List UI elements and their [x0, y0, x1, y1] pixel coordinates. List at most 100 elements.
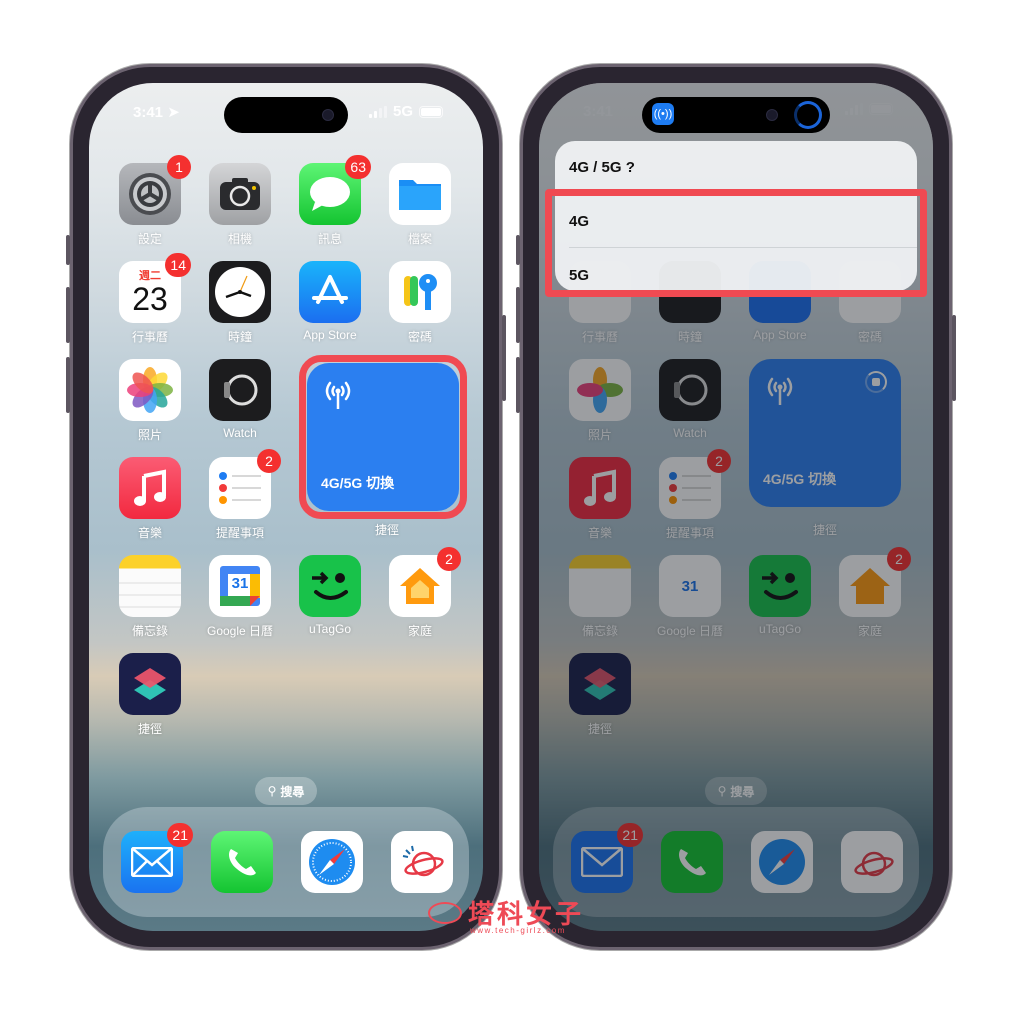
- app-label: 備忘錄: [131, 624, 168, 638]
- dock-phone[interactable]: [661, 831, 723, 893]
- music-note-icon: [119, 457, 181, 519]
- location-arrow-icon: ➤: [167, 104, 180, 121]
- app-passwords[interactable]: 密碼: [389, 261, 451, 345]
- app-clock[interactable]: 時鐘: [209, 261, 271, 345]
- compass-icon: [301, 831, 363, 893]
- notification-badge: 2: [437, 547, 461, 571]
- status-time: 3:41: [583, 103, 614, 120]
- home-house-icon: 2: [839, 547, 911, 617]
- app-files[interactable]: 檔案: [389, 163, 451, 247]
- app-label: Google 日曆: [206, 624, 274, 638]
- notification-badge: 2: [707, 449, 731, 473]
- widget-app-label: 捷徑: [812, 523, 837, 537]
- app-shortcuts[interactable]: 捷徑: [569, 653, 631, 737]
- shortcuts-icon: [119, 653, 181, 715]
- app-google-calendar[interactable]: 31 Google 日曆: [207, 555, 273, 639]
- app-utaggo[interactable]: uTagGo: [749, 555, 811, 636]
- dock-tech-girlz[interactable]: [391, 831, 453, 893]
- dock-mail[interactable]: 21: [571, 823, 643, 893]
- shortcut-widget-running[interactable]: 4G/5G 切換: [749, 359, 901, 507]
- status-bar: 3:41 ➤ 5G: [89, 103, 483, 125]
- notification-badge: 21: [617, 823, 643, 847]
- stop-progress-icon[interactable]: [865, 371, 887, 393]
- volume-down-button: [66, 357, 70, 413]
- phone-left: 3:41 ➤ 5G 1 設定 相機 63 訊息 檔案 週二 23 14 行事曆 …: [66, 64, 506, 950]
- calendar-icon: 週二 23 14: [119, 253, 191, 323]
- app-label: 照片: [137, 428, 162, 442]
- dock-tech-girlz[interactable]: [841, 831, 903, 893]
- app-google-calendar[interactable]: 31 Google 日曆: [657, 555, 723, 639]
- app-music[interactable]: 音樂: [119, 457, 181, 541]
- app-camera[interactable]: 相機: [209, 163, 271, 247]
- planet-logo-icon: [841, 831, 903, 893]
- app-reminders[interactable]: 2 提醒事項: [659, 449, 731, 541]
- app-watch[interactable]: Watch: [659, 359, 721, 440]
- widget-app-label: 捷徑: [374, 523, 399, 537]
- app-settings[interactable]: 1 設定: [119, 155, 191, 247]
- dock-mail[interactable]: 21: [121, 823, 193, 893]
- gear-icon: 1: [119, 155, 191, 225]
- reminders-list-icon: 2: [209, 449, 281, 519]
- app-reminders[interactable]: 2 提醒事項: [209, 449, 281, 541]
- notification-badge: 1: [167, 155, 191, 179]
- google-calendar-icon: 31: [209, 555, 271, 617]
- music-note-icon: [569, 457, 631, 519]
- app-utaggo[interactable]: uTagGo: [299, 555, 361, 636]
- gcal-day: 31: [681, 577, 699, 595]
- app-label: 提醒事項: [665, 526, 714, 540]
- app-photos[interactable]: 照片: [569, 359, 631, 443]
- compass-icon: [751, 831, 813, 893]
- app-label: 檔案: [407, 232, 432, 246]
- notes-icon: [119, 555, 181, 617]
- app-label: 訊息: [317, 232, 342, 246]
- app-messages[interactable]: 63 訊息: [299, 155, 371, 247]
- app-home[interactable]: 2 家庭: [839, 547, 911, 639]
- app-notes[interactable]: 備忘錄: [569, 555, 631, 639]
- search-label: 搜尋: [280, 784, 305, 799]
- folder-icon: [389, 163, 451, 225]
- app-app-store[interactable]: App Store: [299, 261, 361, 342]
- spotlight-search-button[interactable]: ⚲ 搜尋: [705, 777, 767, 805]
- dock-phone[interactable]: [211, 831, 273, 893]
- app-label: 照片: [587, 428, 612, 442]
- front-camera-icon: [766, 109, 778, 121]
- action-button: [66, 235, 70, 265]
- watermark: 塔科女子 www.tech-girlz.com: [424, 894, 594, 940]
- notification-badge: 63: [345, 155, 371, 179]
- app-home[interactable]: 2 家庭: [389, 547, 461, 639]
- app-label: 音樂: [587, 526, 612, 540]
- dock: 21: [553, 807, 919, 917]
- app-label: App Store: [753, 328, 807, 342]
- app-label: uTagGo: [758, 622, 802, 636]
- app-label: 備忘錄: [581, 624, 618, 638]
- phone-handset-icon: [211, 831, 273, 893]
- dock-safari[interactable]: [301, 831, 363, 893]
- app-watch[interactable]: Watch: [209, 359, 271, 440]
- app-music[interactable]: 音樂: [569, 457, 631, 541]
- battery-icon: [869, 103, 893, 115]
- app-shortcuts[interactable]: 捷徑: [119, 653, 181, 737]
- photos-flower-icon: [119, 359, 181, 421]
- app-calendar[interactable]: 週二 23 14 行事曆: [119, 253, 191, 345]
- signal-bars-icon: [368, 105, 387, 118]
- message-bubble-icon: 63: [299, 155, 371, 225]
- app-label: 時鐘: [677, 330, 702, 344]
- phone-right: 3:41 行事曆 時鐘 App Store 密碼 照片 Watch 4G/5G …: [516, 64, 956, 950]
- mail-envelope-icon: 21: [121, 823, 193, 893]
- planet-logo-icon: [391, 831, 453, 893]
- app-notes[interactable]: 備忘錄: [119, 555, 181, 639]
- network-type: 5G: [392, 103, 413, 120]
- phone-handset-icon: [661, 831, 723, 893]
- status-time-text: 3:41: [133, 104, 164, 121]
- watch-icon: [209, 359, 271, 421]
- utaggo-face-icon: [299, 555, 361, 617]
- notes-icon: [569, 555, 631, 617]
- app-label: 行事曆: [131, 330, 168, 344]
- search-icon: ⚲: [267, 784, 277, 798]
- google-calendar-icon: 31: [659, 555, 721, 617]
- spotlight-search-button[interactable]: ⚲ 搜尋: [255, 777, 317, 805]
- keys-icon: [389, 261, 451, 323]
- app-photos[interactable]: 照片: [119, 359, 181, 443]
- notification-badge: 14: [165, 253, 191, 277]
- dock-safari[interactable]: [751, 831, 813, 893]
